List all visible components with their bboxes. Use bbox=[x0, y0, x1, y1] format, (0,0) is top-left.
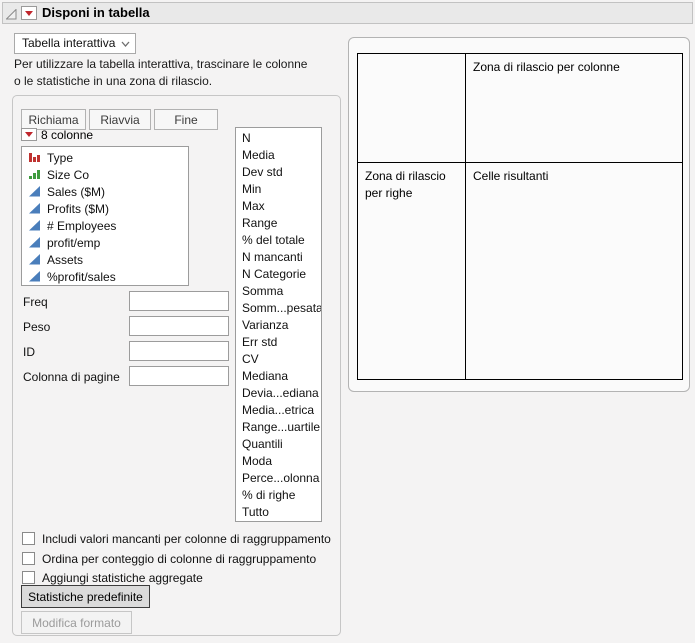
column-item[interactable]: Assets bbox=[22, 251, 188, 268]
stat-item[interactable]: Moda bbox=[236, 453, 321, 470]
column-label: Type bbox=[47, 150, 74, 165]
column-item[interactable]: # Employees bbox=[22, 217, 188, 234]
order-by-count-checkbox[interactable] bbox=[22, 552, 35, 565]
add-aggregate-stats-label: Aggiungi statistiche aggregate bbox=[42, 571, 203, 585]
table-mode-value: Tabella interattiva bbox=[22, 36, 116, 50]
id-input[interactable] bbox=[129, 341, 229, 361]
column-item[interactable]: Size Co bbox=[22, 166, 188, 183]
restart-button[interactable]: Riavvia bbox=[89, 109, 151, 130]
done-button[interactable]: Fine bbox=[154, 109, 218, 130]
stat-item[interactable]: Tutto bbox=[236, 504, 321, 521]
stat-item[interactable]: Max bbox=[236, 198, 321, 215]
instructions-line2: o le statistiche in una zona di rilascio… bbox=[14, 74, 213, 88]
column-label: Profits ($M) bbox=[47, 201, 110, 216]
peso-input[interactable] bbox=[129, 316, 229, 336]
stat-item[interactable]: Quantili bbox=[236, 436, 321, 453]
stat-item[interactable]: Mediana bbox=[236, 368, 321, 385]
corner-cell[interactable] bbox=[358, 54, 466, 163]
add-aggregate-stats-checkbox[interactable] bbox=[22, 571, 35, 584]
ordinal-bars-icon bbox=[28, 168, 41, 181]
column-item[interactable]: profit/emp bbox=[22, 234, 188, 251]
id-label: ID bbox=[23, 345, 35, 359]
column-item[interactable]: %profit/sales bbox=[22, 268, 188, 285]
drop-zone-table: Zona di rilascio per colonne Zona di ril… bbox=[357, 53, 683, 380]
red-triangle-icon bbox=[25, 11, 33, 16]
columns-header: 8 colonne bbox=[21, 127, 93, 142]
column-item[interactable]: Type bbox=[22, 149, 188, 166]
control-panel: Richiama Riavvia Fine 8 colonne Type Siz… bbox=[12, 95, 341, 636]
freq-label: Freq bbox=[23, 295, 48, 309]
drop-zone-panel: Zona di rilascio per colonne Zona di ril… bbox=[348, 37, 690, 392]
page-title: Disponi in tabella bbox=[42, 5, 150, 20]
column-item[interactable]: Profits ($M) bbox=[22, 200, 188, 217]
stat-item[interactable]: Min bbox=[236, 181, 321, 198]
column-label: Size Co bbox=[47, 167, 90, 182]
column-item[interactable]: Sales ($M) bbox=[22, 183, 188, 200]
continuous-triangle-icon bbox=[28, 236, 41, 249]
column-label: profit/emp bbox=[47, 235, 101, 250]
include-missing-checkbox[interactable] bbox=[22, 532, 35, 545]
continuous-triangle-icon bbox=[28, 253, 41, 266]
column-label: Assets bbox=[47, 252, 84, 267]
result-cells-zone[interactable]: Celle risultanti bbox=[466, 163, 682, 379]
stat-item[interactable]: CV bbox=[236, 351, 321, 368]
stat-item[interactable]: Varianza bbox=[236, 317, 321, 334]
red-triangle-icon bbox=[25, 132, 33, 137]
column-label: %profit/sales bbox=[47, 269, 116, 284]
column-label: # Employees bbox=[47, 218, 117, 233]
stat-item[interactable]: Media...etrica bbox=[236, 402, 321, 419]
red-triangle-menu-button[interactable] bbox=[21, 6, 37, 20]
chevron-down-icon bbox=[121, 41, 130, 47]
continuous-triangle-icon bbox=[28, 185, 41, 198]
header-bar: Disponi in tabella bbox=[2, 2, 693, 24]
stat-item[interactable]: Range...uartile bbox=[236, 419, 321, 436]
continuous-triangle-icon bbox=[28, 270, 41, 283]
row-drop-zone[interactable]: Zona di rilascio per righe bbox=[358, 163, 466, 379]
default-statistics-button[interactable]: Statistiche predefinite bbox=[21, 585, 150, 608]
page-column-label: Colonna di pagine bbox=[23, 370, 120, 384]
stat-item[interactable]: Err std bbox=[236, 334, 321, 351]
stat-item[interactable]: N Categorie bbox=[236, 266, 321, 283]
freq-input[interactable] bbox=[129, 291, 229, 311]
instructions-line1: Per utilizzare la tabella interattiva, t… bbox=[14, 57, 308, 71]
columns-count-label: 8 colonne bbox=[41, 127, 94, 142]
include-missing-label: Includi valori mancanti per colonne di r… bbox=[42, 532, 331, 546]
stat-item[interactable]: Media bbox=[236, 147, 321, 164]
stat-item[interactable]: Range bbox=[236, 215, 321, 232]
change-format-button: Modifica formato bbox=[21, 611, 132, 634]
stat-item[interactable]: % del totale bbox=[236, 232, 321, 249]
column-drop-zone[interactable]: Zona di rilascio per colonne bbox=[466, 54, 682, 163]
continuous-triangle-icon bbox=[28, 219, 41, 232]
stat-item[interactable]: N mancanti bbox=[236, 249, 321, 266]
page-column-input[interactable] bbox=[129, 366, 229, 386]
stat-item[interactable]: Somma bbox=[236, 283, 321, 300]
stat-item[interactable]: Dev std bbox=[236, 164, 321, 181]
columns-red-triangle-menu-button[interactable] bbox=[21, 128, 37, 141]
column-label: Sales ($M) bbox=[47, 184, 106, 199]
statistics-list: N Media Dev std Min Max Range % del tota… bbox=[235, 127, 322, 522]
nominal-bars-icon bbox=[28, 151, 41, 164]
peso-label: Peso bbox=[23, 320, 51, 334]
stat-item[interactable]: Devia...ediana bbox=[236, 385, 321, 402]
instructions-text: Per utilizzare la tabella interattiva, t… bbox=[14, 56, 307, 90]
stat-item[interactable]: % di righe bbox=[236, 487, 321, 504]
stat-item[interactable]: Somm...pesata bbox=[236, 300, 321, 317]
order-by-count-label: Ordina per conteggio di colonne di raggr… bbox=[42, 552, 317, 566]
columns-list: Type Size Co Sales ($M) Profits ($M) # E… bbox=[21, 146, 189, 286]
stat-item[interactable]: N bbox=[236, 130, 321, 147]
stat-item[interactable]: Perce...olonna bbox=[236, 470, 321, 487]
table-mode-dropdown[interactable]: Tabella interattiva bbox=[14, 33, 136, 54]
continuous-triangle-icon bbox=[28, 202, 41, 215]
collapse-disclosure-icon[interactable] bbox=[6, 9, 17, 20]
